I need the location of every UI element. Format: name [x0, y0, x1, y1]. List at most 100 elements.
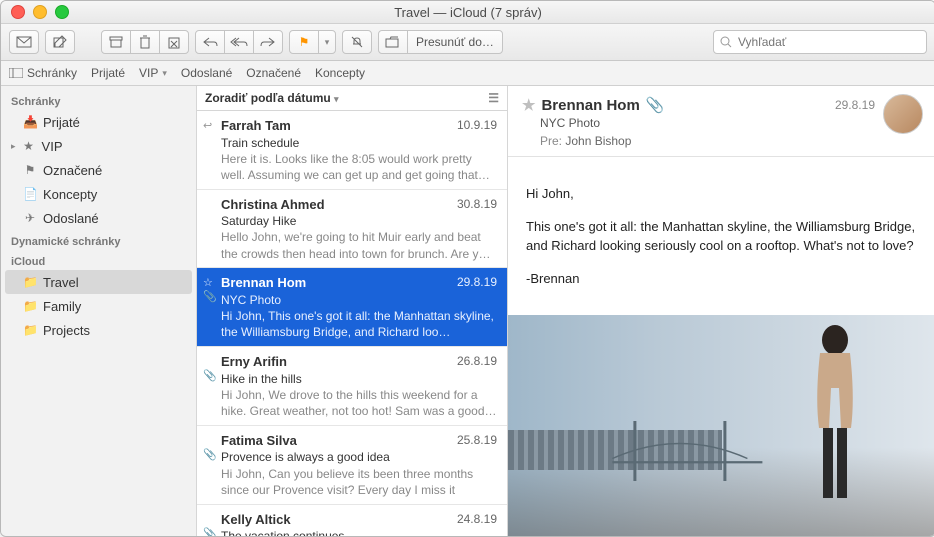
send-icon: ✈	[23, 211, 37, 225]
message-preview: Hi John, Can you believe its been three …	[221, 466, 497, 498]
chevron-down-icon: ▾	[325, 37, 330, 48]
reply-all-button[interactable]	[224, 30, 254, 54]
attachment-icon: 📎	[203, 369, 217, 384]
window-controls	[1, 5, 69, 19]
sidebar-item-inbox[interactable]: 📥Prijaté	[1, 110, 196, 134]
star-icon[interactable]: ★	[522, 96, 535, 114]
fav-sent[interactable]: Odoslané	[181, 66, 232, 80]
message-attachment-image[interactable]	[508, 315, 934, 536]
junk-icon	[167, 35, 181, 49]
compose-button[interactable]	[45, 30, 75, 54]
search-input[interactable]	[736, 34, 920, 50]
archive-icon	[109, 36, 123, 48]
flag-icon: ⚑	[299, 35, 310, 49]
sidebar-section-mailboxes: Schránky	[1, 90, 196, 110]
flag-group: ⚑ ▾	[289, 30, 336, 54]
move-group: Presunúť do…	[378, 30, 503, 54]
sidebar-item-travel[interactable]: 📁Travel	[5, 270, 192, 294]
fav-flagged[interactable]: Označené	[246, 66, 301, 80]
message-row[interactable]: 📎Erny Arifin26.8.19Hike in the hillsHi J…	[197, 347, 507, 426]
fav-vip[interactable]: VIP ▾	[139, 66, 167, 80]
reply-icon: ↩	[203, 119, 212, 134]
archive-button[interactable]	[101, 30, 131, 54]
sidebar-item-flagged[interactable]: ⚑Označené	[1, 158, 196, 182]
folder-icon: 📁	[23, 323, 37, 337]
favorites-bar: Schránky Prijaté VIP ▾ Odoslané Označené…	[1, 61, 934, 86]
message-from: Fatima Silva	[221, 432, 297, 450]
move-to-folder-icon	[385, 36, 401, 48]
message-preview: Here it is. Looks like the 8:05 would wo…	[221, 151, 497, 183]
folder-icon: 📁	[23, 299, 37, 313]
fav-inbox[interactable]: Prijaté	[91, 66, 125, 80]
move-icon-button[interactable]	[378, 30, 408, 54]
flag-menu-button[interactable]: ▾	[318, 30, 336, 54]
message-header: ★ Brennan Hom 📎 NYC Photo Pre: John Bish…	[508, 86, 934, 157]
move-to-button[interactable]: Presunúť do…	[407, 30, 503, 54]
body-greeting: Hi John,	[526, 184, 917, 204]
sidebar-item-sent[interactable]: ✈Odoslané	[1, 206, 196, 230]
compose-icon	[53, 35, 67, 49]
close-button[interactable]	[11, 5, 25, 19]
message-row[interactable]: ☆📎Brennan Hom29.8.19NYC PhotoHi John, Th…	[197, 268, 507, 347]
sidebar-section-icloud: iCloud	[1, 250, 196, 270]
message-from: Farrah Tam	[221, 117, 291, 135]
message-subject: NYC Photo	[540, 116, 921, 130]
sender-avatar[interactable]	[883, 94, 923, 134]
star-icon: ☆	[203, 276, 213, 291]
star-icon: ★	[22, 139, 36, 153]
message-subject: Hike in the hills	[221, 371, 497, 387]
sidebar-item-family[interactable]: 📁Family	[1, 294, 196, 318]
mute-button[interactable]	[342, 30, 372, 54]
flag-button[interactable]: ⚑	[289, 30, 319, 54]
mailboxes-toggle[interactable]: Schránky	[9, 66, 77, 80]
inbox-icon: 📥	[23, 115, 37, 129]
attachment-icon: 📎	[203, 448, 217, 463]
sidebar-item-vip[interactable]: ▸★VIP	[1, 134, 196, 158]
message-date: 30.8.19	[457, 196, 497, 214]
message-row[interactable]: ↩ Farrah Tam 10.9.19Train scheduleHere it …	[197, 111, 507, 190]
reply-button[interactable]	[195, 30, 225, 54]
filter-icon[interactable]: ☰	[488, 91, 499, 105]
trash-icon	[139, 35, 151, 49]
forward-icon	[260, 36, 276, 48]
titlebar: Travel — iCloud (7 správ)	[1, 1, 934, 24]
message-preview: Hi John, This one's got it all: the Manh…	[221, 308, 497, 340]
chevron-down-icon: ▾	[334, 94, 339, 104]
sidebar-item-drafts[interactable]: 📄Koncepty	[1, 182, 196, 206]
body-signature: -Brennan	[526, 269, 917, 289]
sidebar-section-smart: Dynamické schránky	[1, 230, 196, 250]
minimize-button[interactable]	[33, 5, 47, 19]
sort-header[interactable]: Zoradiť podľa dátumu ▾ ☰	[197, 86, 507, 111]
zoom-button[interactable]	[55, 5, 69, 19]
message-row[interactable]: 📎Fatima Silva25.8.19Provence is always a…	[197, 426, 507, 505]
message-row[interactable]: 📎Kelly Altick24.8.19The vacation continu…	[197, 505, 507, 536]
junk-button[interactable]	[159, 30, 189, 54]
search-field[interactable]	[713, 30, 927, 54]
main-body: Schránky 📥Prijaté ▸★VIP ⚑Označené 📄Konce…	[1, 86, 934, 536]
message-subject: Train schedule	[221, 135, 497, 151]
message-list[interactable]: ↩ Farrah Tam 10.9.19Train scheduleHere it …	[197, 111, 507, 536]
folder-icon: 📁	[23, 275, 37, 289]
chevron-down-icon: ▾	[162, 68, 167, 79]
message-body: Hi John, This one's got it all: the Manh…	[508, 157, 934, 315]
sort-label: Zoradiť podľa dátumu	[205, 91, 331, 105]
message-subject: NYC Photo	[221, 292, 497, 308]
message-from: Kelly Altick	[221, 511, 291, 529]
message-date: 24.8.19	[457, 511, 497, 529]
sidebar-item-projects[interactable]: 📁Projects	[1, 318, 196, 342]
message-preview: Hi John, We drove to the hills this week…	[221, 387, 497, 419]
message-subject: Provence is always a good idea	[221, 449, 497, 465]
search-icon	[720, 36, 732, 48]
message-subject: Saturday Hike	[221, 213, 497, 229]
message-row[interactable]: Christina Ahmed30.8.19Saturday HikeHello…	[197, 190, 507, 269]
get-mail-button[interactable]	[9, 30, 39, 54]
bridge-illustration	[602, 421, 773, 481]
disclosure-icon[interactable]: ▸	[11, 141, 16, 152]
fav-drafts[interactable]: Koncepty	[315, 66, 365, 80]
message-list-pane: Zoradiť podľa dátumu ▾ ☰ ↩ Farrah Tam 10.9…	[197, 86, 508, 536]
delete-button[interactable]	[130, 30, 160, 54]
envelope-icon	[16, 36, 32, 48]
reply-icon	[202, 36, 218, 48]
forward-button[interactable]	[253, 30, 283, 54]
message-date: 10.9.19	[457, 117, 497, 135]
